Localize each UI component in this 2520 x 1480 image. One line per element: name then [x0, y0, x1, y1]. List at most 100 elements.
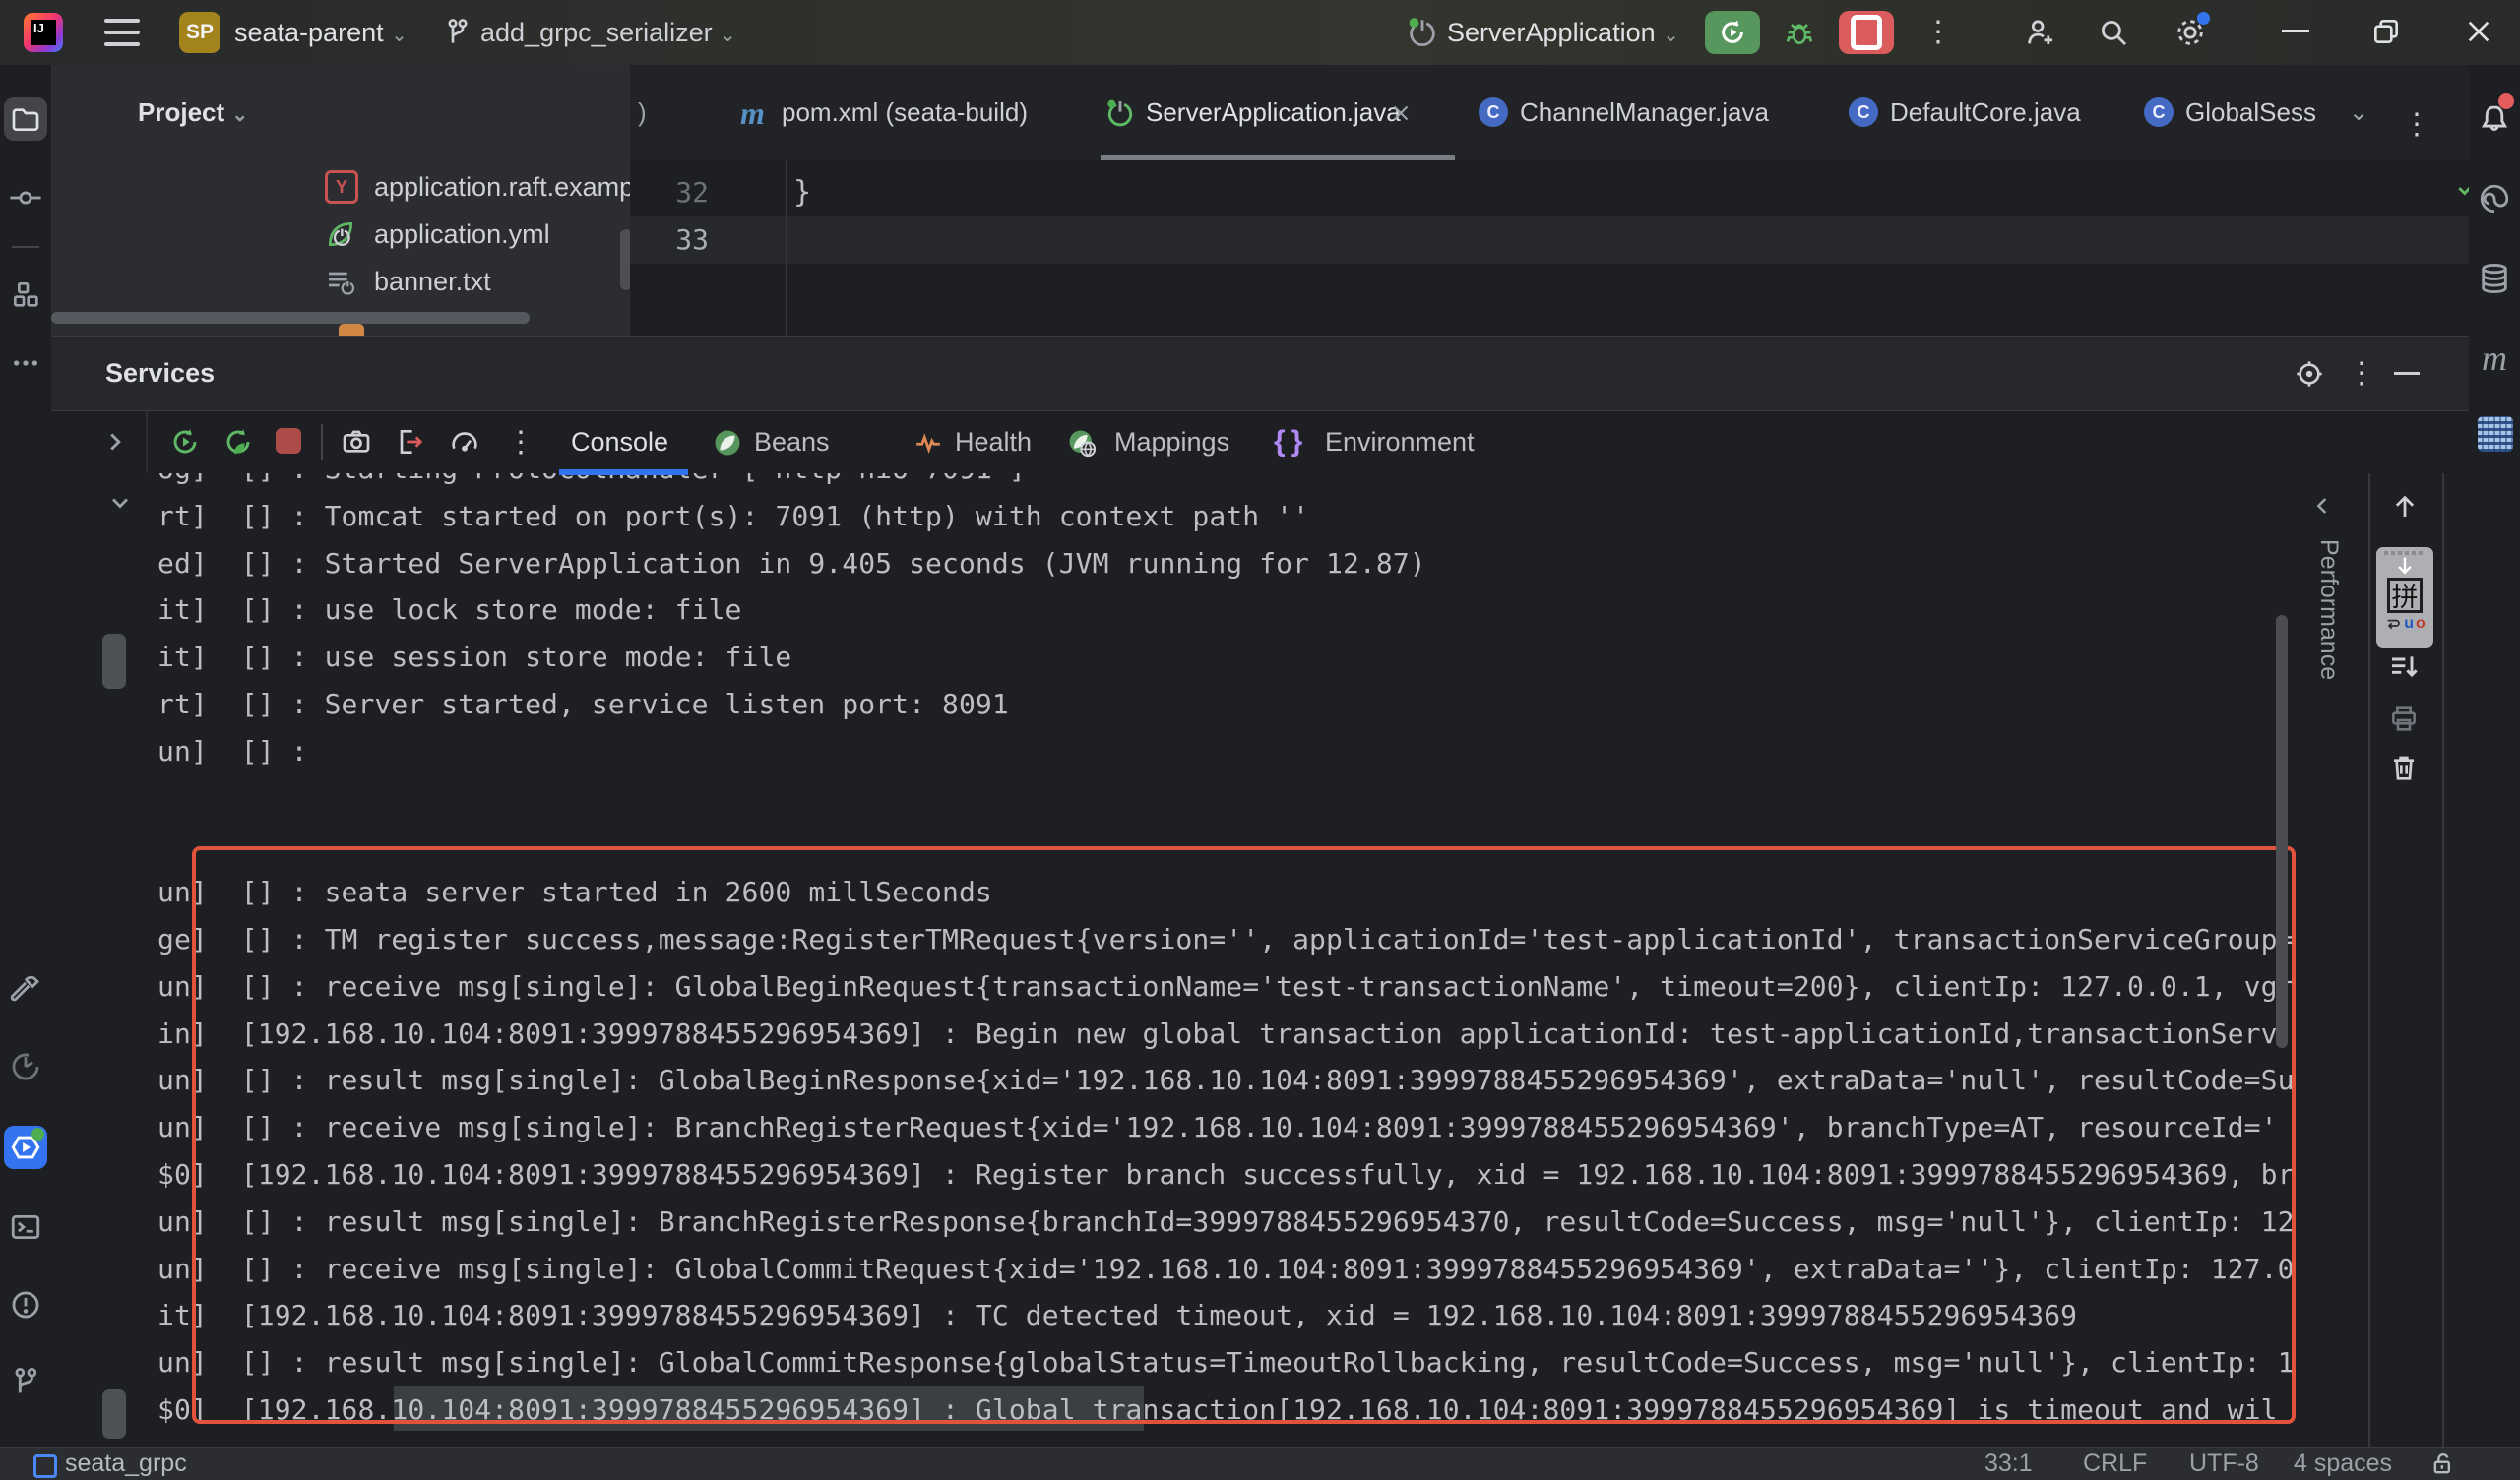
- problems-tool-icon[interactable]: [4, 1283, 47, 1326]
- thread-dump-camera-icon[interactable]: [341, 426, 372, 458]
- stop-service-icon[interactable]: [276, 428, 301, 454]
- profiler-tool-icon[interactable]: [4, 1045, 47, 1088]
- clipped-file-icon: [339, 324, 364, 336]
- console-line: it] [] : use session store mode: file: [158, 634, 2295, 681]
- main-menu-icon[interactable]: [104, 19, 140, 46]
- caret-line-highlight: [630, 216, 2469, 264]
- wrap-icon: [2384, 616, 2402, 632]
- tab-globalsession-java[interactable]: C GlobalSess: [2144, 65, 2331, 160]
- inspection-ok-icon[interactable]: [2455, 174, 2469, 200]
- project-widget[interactable]: seata-parent ⌄: [234, 0, 408, 68]
- services-more-icon[interactable]: ⋮: [2347, 358, 2376, 390]
- lock-open-icon[interactable]: [2429, 1450, 2457, 1478]
- add-user-icon[interactable]: [2024, 16, 2057, 49]
- build-tool-icon[interactable]: [4, 968, 47, 1012]
- console-line: ed] [] : Started ServerApplication in 9.…: [158, 540, 2295, 587]
- performance-side-tab[interactable]: Performance: [2300, 539, 2343, 716]
- ai-assistant-icon[interactable]: [2473, 177, 2516, 220]
- run-tab-environment[interactable]: Environment: [1325, 411, 1475, 473]
- run-tab-console[interactable]: Console: [571, 411, 668, 473]
- project-panel-header: Project ⌄: [51, 65, 630, 160]
- intellij-logo-icon: IJ: [24, 13, 63, 52]
- notifications-bell-icon[interactable]: [2473, 97, 2516, 141]
- structure-tool-icon[interactable]: [4, 273, 47, 316]
- console-line: un] [] :: [158, 728, 2295, 775]
- target-icon[interactable]: [2294, 358, 2325, 390]
- indent-setting[interactable]: 4 spaces: [2294, 1448, 2392, 1480]
- maven-icon: m: [740, 98, 765, 128]
- mappings-icon: [1067, 428, 1097, 458]
- branch-widget[interactable]: add_grpc_serializer ⌄: [480, 0, 736, 68]
- run-more-icon[interactable]: ⋮: [1923, 16, 1953, 49]
- tree-item-application-yml[interactable]: application.yml: [51, 211, 630, 258]
- run-tab-health[interactable]: Health: [955, 411, 1032, 473]
- rerun-spring-icon[interactable]: [222, 426, 254, 458]
- more-tool-windows-icon[interactable]: [4, 341, 47, 385]
- print-icon[interactable]: [2388, 703, 2420, 734]
- database-tool-icon[interactable]: [2473, 257, 2516, 300]
- tree-horizontal-scrollbar[interactable]: [51, 312, 530, 324]
- highlight-rectangle: [192, 846, 2296, 1424]
- debug-button[interactable]: [1784, 17, 1815, 48]
- clear-console-trash-icon[interactable]: [2388, 752, 2420, 783]
- run-tab-beans[interactable]: Beans: [754, 411, 830, 473]
- commit-tool-icon[interactable]: [4, 176, 47, 219]
- file-encoding[interactable]: UTF-8: [2189, 1448, 2259, 1480]
- console-line: [158, 775, 2295, 823]
- gauge-icon[interactable]: [449, 426, 480, 458]
- restore-window-icon[interactable]: [2370, 16, 2402, 47]
- tree-item-banner-txt[interactable]: banner.txt: [51, 258, 630, 305]
- console-line: rt] [] : Server started, service listen …: [158, 681, 2295, 728]
- ime-letter-u: u: [2404, 615, 2414, 633]
- project-panel-title[interactable]: Project ⌄: [138, 65, 248, 163]
- maven-tool-icon[interactable]: m: [2473, 337, 2516, 380]
- tab-overflow-fragment[interactable]: ): [638, 65, 647, 160]
- line-separator[interactable]: CRLF: [2083, 1448, 2147, 1480]
- console-scrollbar[interactable]: [2276, 615, 2288, 1048]
- caret-position[interactable]: 33:1: [1984, 1448, 2033, 1480]
- close-tab-icon[interactable]: [1388, 100, 1414, 126]
- tabs-more-icon[interactable]: ⋮: [2402, 110, 2431, 140]
- hide-panel-icon[interactable]: [2394, 372, 2420, 375]
- settings-notification-dot: [2197, 12, 2210, 25]
- expand-node-icon[interactable]: [100, 427, 130, 457]
- run-configuration-selector[interactable]: ServerApplication ⌄: [1447, 0, 1679, 68]
- toolbar-more-icon[interactable]: ⋮: [506, 427, 536, 459]
- editor[interactable]: 32 33 }: [630, 160, 2469, 336]
- services-title: Services: [105, 337, 215, 410]
- settings-gear-icon[interactable]: [2174, 16, 2207, 49]
- ide-window: IJ SP seata-parent ⌄ add_grpc_serializer…: [0, 0, 2520, 1480]
- tree-vertical-scrollbar[interactable]: [620, 229, 630, 290]
- minimize-window-icon[interactable]: [2282, 30, 2309, 32]
- collapse-performance-icon[interactable]: [2309, 492, 2337, 520]
- services-header: Services ⋮: [51, 336, 2469, 411]
- spring-config-icon: [325, 218, 356, 250]
- scroll-to-end-icon[interactable]: [2388, 651, 2420, 683]
- class-icon: C: [1849, 97, 1878, 127]
- terminal-tool-icon[interactable]: [4, 1205, 47, 1249]
- text-file-icon: [325, 266, 356, 297]
- project-avatar: SP: [179, 12, 220, 53]
- rerun-button[interactable]: [1705, 11, 1760, 54]
- status-module-name[interactable]: seata_grpc: [65, 1448, 187, 1480]
- project-tool-icon[interactable]: [4, 97, 47, 141]
- fold-chevron-icon[interactable]: [106, 489, 134, 517]
- tabs-dropdown-icon[interactable]: ⌄: [2349, 65, 2368, 160]
- stop-button[interactable]: [1839, 11, 1894, 54]
- console-line: rt] [] : Tomcat started on port(s): 7091…: [158, 493, 2295, 540]
- scroll-up-icon[interactable]: [2390, 492, 2420, 522]
- plugin-grid-icon[interactable]: [2478, 416, 2513, 452]
- tree-item-application-raft-example[interactable]: Y application.raft.example.: [51, 163, 630, 211]
- search-icon[interactable]: [2097, 16, 2130, 49]
- project-tree: Y application.raft.example. application.…: [51, 160, 630, 336]
- yaml-file-icon: Y: [325, 170, 358, 204]
- run-tab-mappings[interactable]: Mappings: [1114, 411, 1229, 473]
- detach-icon[interactable]: [394, 426, 425, 458]
- gutter-separator: [786, 160, 788, 336]
- close-window-icon[interactable]: [2463, 16, 2494, 47]
- services-tool-icon[interactable]: [4, 1126, 47, 1169]
- services-running-dot: [32, 1128, 44, 1141]
- git-tool-icon[interactable]: [4, 1360, 47, 1403]
- rerun-service-icon[interactable]: [169, 426, 201, 458]
- ime-pinyin-badge: 拼: [2387, 578, 2423, 613]
